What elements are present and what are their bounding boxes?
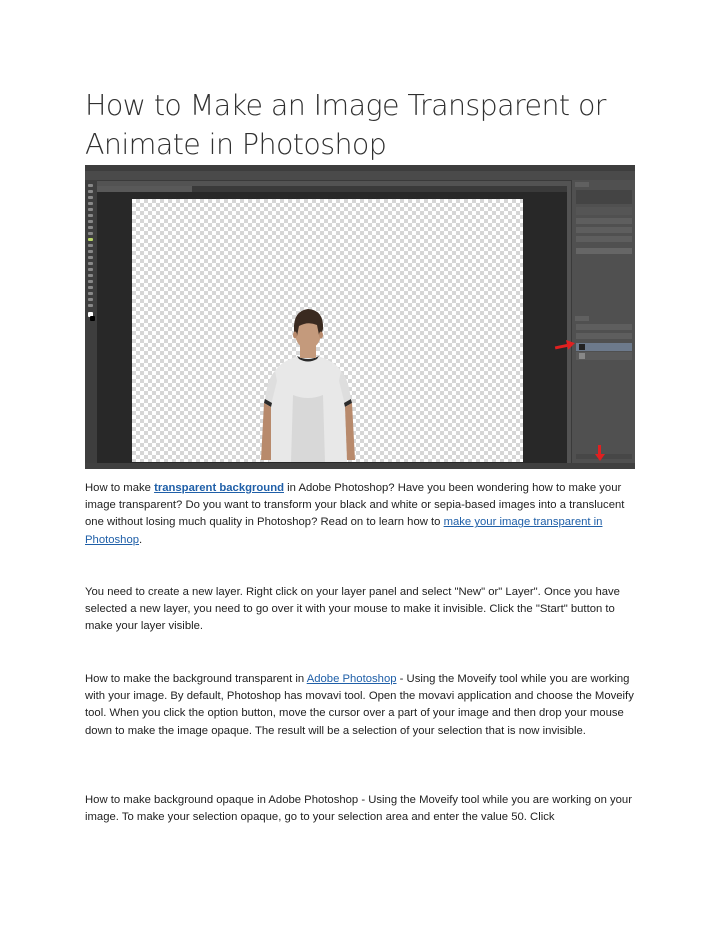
link-transparent-background[interactable]: transparent background [154, 482, 284, 494]
ps-status-bar [85, 463, 635, 469]
paragraph-background-transparent: How to make the background transparent i… [85, 671, 635, 740]
link-adobe-photoshop[interactable]: Adobe Photoshop [307, 673, 397, 685]
ps-right-panels [571, 180, 635, 463]
person-ear [293, 331, 297, 339]
panel-row [576, 190, 632, 204]
person-photo [261, 309, 355, 462]
panel-row [576, 227, 632, 233]
panel-tab [575, 182, 589, 187]
person-left-arm [261, 403, 271, 460]
panel-row [576, 218, 632, 224]
layer-thumbnail [579, 353, 585, 359]
page-title: How to Make an Image Transparent or Anim… [85, 89, 607, 161]
text-run: How to make [85, 482, 155, 494]
photoshop-screenshot [85, 165, 635, 469]
layer-row-background [576, 352, 632, 360]
panel-row [576, 333, 632, 339]
panel-row [576, 248, 632, 254]
document-page: How to Make an Image Transparent or Anim… [0, 0, 720, 931]
red-arrow-head-icon [595, 454, 605, 461]
text-run: How to make the background transparent i… [85, 673, 307, 685]
layer-thumbnail [579, 344, 585, 350]
paragraph-new-layer: You need to create a new layer. Right cl… [85, 586, 620, 633]
person-ear [319, 331, 323, 339]
paragraph-background-opaque: How to make background opaque in Adobe P… [85, 794, 632, 824]
layer-row-selected [576, 343, 632, 351]
text-run: . [139, 533, 143, 546]
panel-row [576, 324, 632, 330]
person-shirt-shadow [291, 395, 325, 462]
paragraph-intro: How to make transparent background in Ad… [85, 480, 635, 549]
panel-row [576, 236, 632, 242]
panel-row [576, 207, 632, 215]
layers-panel-tab [575, 316, 589, 321]
